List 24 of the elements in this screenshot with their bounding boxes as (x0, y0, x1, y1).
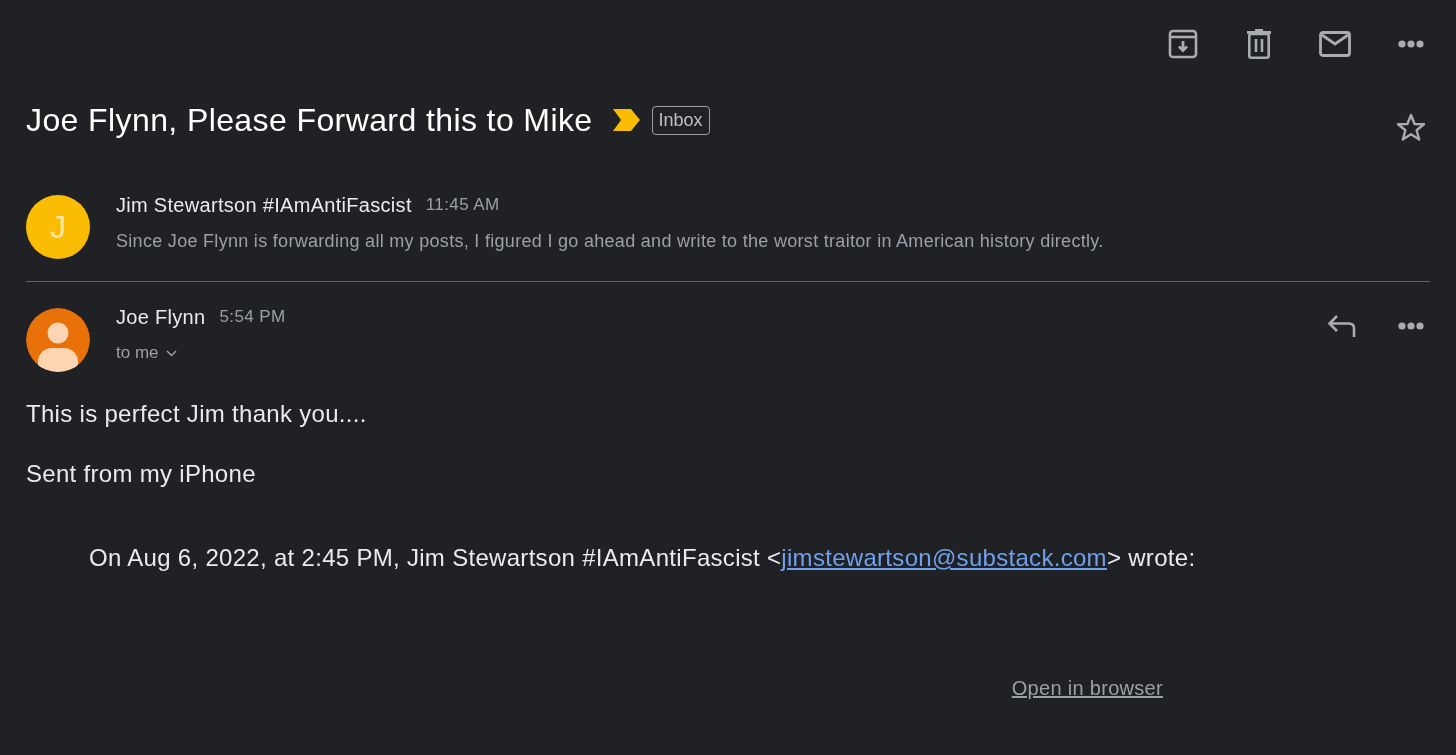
email-subject: Joe Flynn, Please Forward this to Mike (26, 101, 593, 140)
open-in-browser-link[interactable]: Open in browser (1011, 676, 1163, 700)
more-icon (1398, 40, 1424, 48)
reply-icon (1327, 314, 1357, 338)
message-text: Sent from my iPhone (26, 460, 256, 488)
more-icon (1398, 322, 1424, 330)
archive-icon (1168, 29, 1198, 59)
sender-name: Joe Flynn (116, 306, 206, 328)
avatar: J (26, 195, 90, 259)
message-snippet: Since Joe Flynn is forwarding all my posts, I figured I go ahead and write to the worst traitor in American history directly. (116, 231, 1104, 251)
archive-button[interactable] (1167, 28, 1199, 60)
inbox-label[interactable]: Inbox (651, 105, 710, 135)
message-text: This is perfect Jim thank you.... (26, 400, 367, 428)
trash-icon (1246, 29, 1272, 59)
chevron-down-icon (165, 349, 177, 357)
mark-unread-button[interactable] (1319, 28, 1351, 60)
mail-icon (1319, 31, 1351, 57)
sender-name: Jim Stewartson #IAmAntiFascist (116, 194, 412, 216)
email-link[interactable]: jimstewartson@substack.com (781, 544, 1107, 571)
star-icon[interactable] (1396, 112, 1426, 142)
recipients-toggle[interactable]: to me (116, 343, 177, 363)
message-time: 11:45 AM (425, 194, 500, 217)
quote-header: On Aug 6, 2022, at 2:45 PM, Jim Stewartson #IAmAntiFascist <jimstewartson@substack.com> wrote: (89, 544, 1196, 572)
message-time: 5:54 PM (219, 306, 286, 329)
